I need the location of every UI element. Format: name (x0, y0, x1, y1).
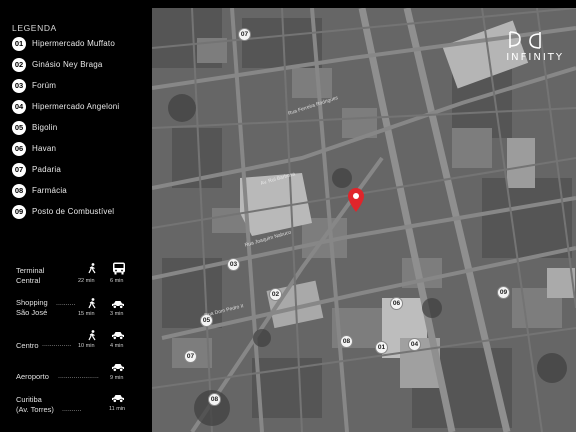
vehicle-time: 3 min (110, 311, 124, 317)
legend-label: Hipermercado Muffato (32, 39, 115, 48)
car-icon (112, 332, 124, 340)
legend-item: 08 Farmácia (12, 183, 67, 198)
vehicle-time: 11 min (109, 406, 126, 412)
map-imagery (152, 8, 576, 432)
legend-number: 09 (12, 204, 26, 219)
legend-item: 06 Havan (12, 141, 56, 156)
infinity-logo-icon (509, 31, 542, 49)
walking-icon (88, 263, 96, 274)
legend-label: Havan (32, 144, 57, 153)
legend-number: 03 (12, 78, 26, 93)
car-icon (112, 364, 124, 372)
walk-time: 22 min (78, 278, 95, 284)
legend-item: 07 Padaria (12, 162, 61, 177)
walking-icon (88, 330, 96, 341)
legend-label: Forúm (32, 81, 57, 90)
legend-number: 04 (12, 99, 26, 114)
legend-number: 06 (12, 141, 26, 156)
poi-marker[interactable]: 08 (208, 393, 221, 406)
legend-number: 05 (12, 120, 26, 135)
car-icon (112, 395, 124, 403)
poi-marker[interactable]: 04 (408, 338, 421, 351)
vehicle-time: 9 min (110, 375, 124, 381)
poi-marker[interactable]: 01 (375, 341, 388, 354)
dot-leader: ..................... (58, 373, 99, 380)
car-icon (112, 301, 124, 309)
poi-marker[interactable]: 08 (340, 335, 353, 348)
legend-label: Padaria (32, 165, 61, 174)
bus-icon (113, 262, 125, 275)
vehicle-time: 6 min (110, 278, 124, 284)
legend-number: 08 (12, 183, 26, 198)
legend-label: Hipermercado Angeloni (32, 102, 120, 111)
satellite-map[interactable]: 07 03 02 05 07 08 08 01 06 04 09 Rua Fer… (152, 8, 576, 432)
poi-marker[interactable]: 09 (497, 286, 510, 299)
legend-item: 02 Ginásio Ney Braga (12, 57, 103, 72)
legend-panel: LEGENDA 01 Hipermercado Muffato 02 Ginás… (0, 0, 152, 432)
walk-time: 10 min (78, 343, 95, 349)
legend-number: 07 (12, 162, 26, 177)
legend-item: 09 Posto de Combustível (12, 204, 114, 219)
legend-item: 03 Forúm (12, 78, 56, 93)
poi-marker[interactable]: 07 (238, 28, 251, 41)
brand-name: INFINITY (506, 52, 564, 63)
vehicle-time: 4 min (110, 343, 124, 349)
legend-label: Posto de Combustível (32, 207, 115, 216)
legend-number: 01 (12, 36, 26, 51)
legend-label: Ginásio Ney Braga (32, 60, 103, 69)
legend-item: 04 Hipermercado Angeloni (12, 99, 119, 114)
walking-icon (88, 298, 96, 309)
poi-marker[interactable]: 06 (390, 297, 403, 310)
legend-item: 01 Hipermercado Muffato (12, 36, 115, 51)
poi-marker[interactable]: 03 (227, 258, 240, 271)
legend-title: LEGENDA (12, 23, 57, 33)
location-pin-icon[interactable] (348, 188, 364, 212)
poi-marker[interactable]: 07 (184, 350, 197, 363)
dot-leader: .......... (62, 406, 82, 413)
legend-label: Bigolin (32, 123, 58, 132)
legend-label: Farmácia (32, 186, 67, 195)
dot-leader: ............... (42, 341, 72, 348)
legend-item: 05 Bigolin (12, 120, 57, 135)
legend-number: 02 (12, 57, 26, 72)
brand-logo: INFINITY (506, 30, 564, 63)
walk-time: 15 min (78, 311, 95, 317)
poi-marker[interactable]: 02 (269, 288, 282, 301)
dot-leader: .......... (56, 300, 76, 307)
